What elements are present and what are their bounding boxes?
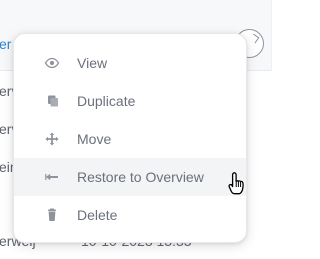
menu-item-restore-to-overview[interactable]: Restore to Overview — [14, 158, 246, 196]
scrollbar-track[interactable] — [271, 0, 285, 259]
eye-icon — [44, 55, 60, 71]
duplicate-icon — [44, 93, 60, 109]
menu-item-label: View — [77, 55, 108, 71]
header-link[interactable]: er — [0, 36, 11, 52]
menu-item-label: Move — [77, 131, 112, 147]
trash-icon — [44, 207, 60, 223]
menu-item-view[interactable]: View — [14, 44, 246, 82]
context-menu: View Duplicate Move Restore to Overview — [13, 33, 247, 243]
menu-item-move[interactable]: Move — [14, 120, 246, 158]
menu-item-duplicate[interactable]: Duplicate — [14, 82, 246, 120]
menu-item-delete[interactable]: Delete — [14, 196, 246, 234]
menu-item-label: Duplicate — [77, 93, 136, 109]
restore-left-arrow-icon — [44, 169, 60, 185]
menu-item-label: Delete — [77, 207, 118, 223]
move-icon — [44, 131, 60, 147]
menu-item-label: Restore to Overview — [77, 169, 204, 185]
